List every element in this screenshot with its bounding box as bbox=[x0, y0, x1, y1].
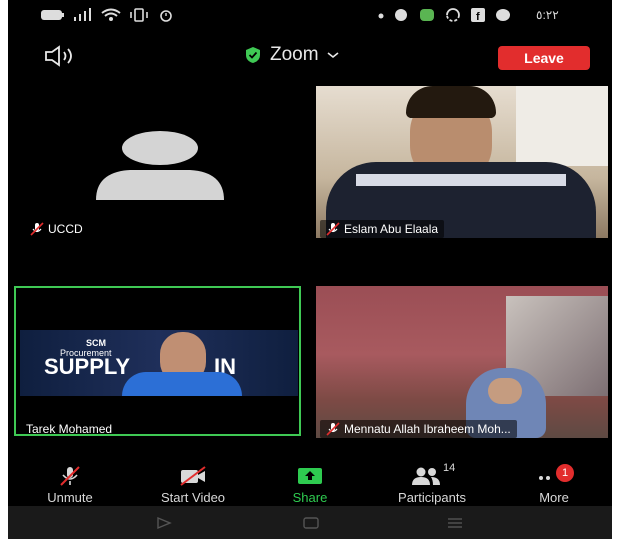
participant-name: Tarek Mohamed bbox=[26, 422, 113, 436]
slide-text-supply: SUPPLY bbox=[44, 354, 131, 379]
more-badge: 1 bbox=[556, 464, 574, 482]
avatar-placeholder-icon bbox=[96, 131, 224, 200]
participants-label: Participants bbox=[398, 490, 466, 505]
app-notification-icon bbox=[420, 9, 434, 21]
slide-text-scm: SCM bbox=[86, 338, 106, 348]
messenger-icon bbox=[496, 9, 510, 21]
mic-muted-icon bbox=[326, 222, 340, 236]
participant-name-tag: Eslam Abu Elaala bbox=[320, 220, 445, 238]
start-video-button[interactable]: Start Video bbox=[146, 466, 240, 506]
back-icon[interactable] bbox=[156, 516, 172, 530]
facebook-icon: f bbox=[471, 8, 485, 22]
video-tile-eslam[interactable]: Eslam Abu Elaala bbox=[316, 86, 608, 238]
wall-panel bbox=[516, 86, 608, 166]
participants-count: 14 bbox=[443, 462, 456, 474]
speaker-icon[interactable] bbox=[44, 45, 78, 67]
mic-muted-icon bbox=[60, 466, 80, 486]
whatsapp-icon bbox=[395, 9, 407, 21]
wifi-icon bbox=[101, 8, 121, 21]
share-screen-icon bbox=[298, 468, 322, 484]
unmute-button[interactable]: Unmute bbox=[34, 466, 106, 506]
start-video-label: Start Video bbox=[160, 490, 226, 505]
shirt-stripe bbox=[356, 174, 566, 186]
alarm-icon bbox=[160, 10, 172, 22]
meeting-title-dropdown[interactable]: Zoom bbox=[244, 42, 339, 68]
status-bar: f ٥:٢٢ bbox=[8, 0, 612, 32]
participant-name-tag: UCCD bbox=[24, 220, 89, 238]
participants-button[interactable]: 14 Participants bbox=[380, 462, 484, 506]
more-button[interactable]: 1 More bbox=[526, 464, 582, 506]
video-tile-uccd[interactable]: UCCD bbox=[8, 86, 300, 238]
vibrate-icon bbox=[130, 8, 148, 22]
participant-name: Eslam Abu Elaala bbox=[344, 222, 439, 236]
participant-name-tag: Tarek Mohamed bbox=[20, 420, 118, 436]
leave-button[interactable]: Leave bbox=[498, 46, 590, 70]
unmute-label: Unmute bbox=[47, 490, 93, 505]
person-face bbox=[488, 378, 522, 404]
more-label: More bbox=[539, 490, 569, 505]
mic-muted-icon bbox=[30, 222, 44, 236]
person-hair bbox=[406, 86, 496, 118]
zoom-meeting-screen: f ٥:٢٢ Zoom Leave UCCD Eslam Abu Elaala … bbox=[8, 0, 612, 539]
person-shirt bbox=[122, 372, 242, 396]
share-label: Share bbox=[292, 490, 328, 505]
participant-name: Mennatu Allah Ibraheem Moh... bbox=[344, 422, 511, 436]
mic-muted-icon bbox=[326, 422, 340, 436]
video-tile-tarek[interactable]: SCM Procurement SUPPLY IN Tarek Mohamed bbox=[14, 286, 301, 436]
shield-icon bbox=[246, 47, 260, 63]
participants-icon bbox=[412, 467, 440, 485]
battery-icon bbox=[41, 10, 64, 20]
video-off-icon bbox=[180, 466, 206, 486]
participant-name-tag: Mennatu Allah Ibraheem Moh... bbox=[320, 420, 517, 438]
signal-icon bbox=[74, 8, 91, 21]
video-tile-mennatu[interactable]: Mennatu Allah Ibraheem Moh... bbox=[316, 286, 608, 438]
system-navigation-bar bbox=[8, 506, 612, 539]
recents-menu-icon[interactable] bbox=[446, 516, 464, 530]
share-button[interactable]: Share bbox=[280, 466, 340, 506]
meeting-toolbar: Unmute Start Video Share 14 Participants… bbox=[8, 462, 612, 506]
meeting-header: Zoom Leave bbox=[8, 32, 612, 78]
participant-name: UCCD bbox=[48, 222, 83, 236]
meeting-title: Zoom bbox=[270, 44, 319, 65]
home-icon[interactable] bbox=[302, 516, 320, 530]
dot-icon bbox=[378, 13, 384, 19]
chevron-down-icon bbox=[327, 52, 339, 59]
svg-text:f: f bbox=[476, 11, 480, 22]
status-time: ٥:٢٢ bbox=[536, 8, 559, 22]
sync-icon bbox=[446, 8, 460, 22]
